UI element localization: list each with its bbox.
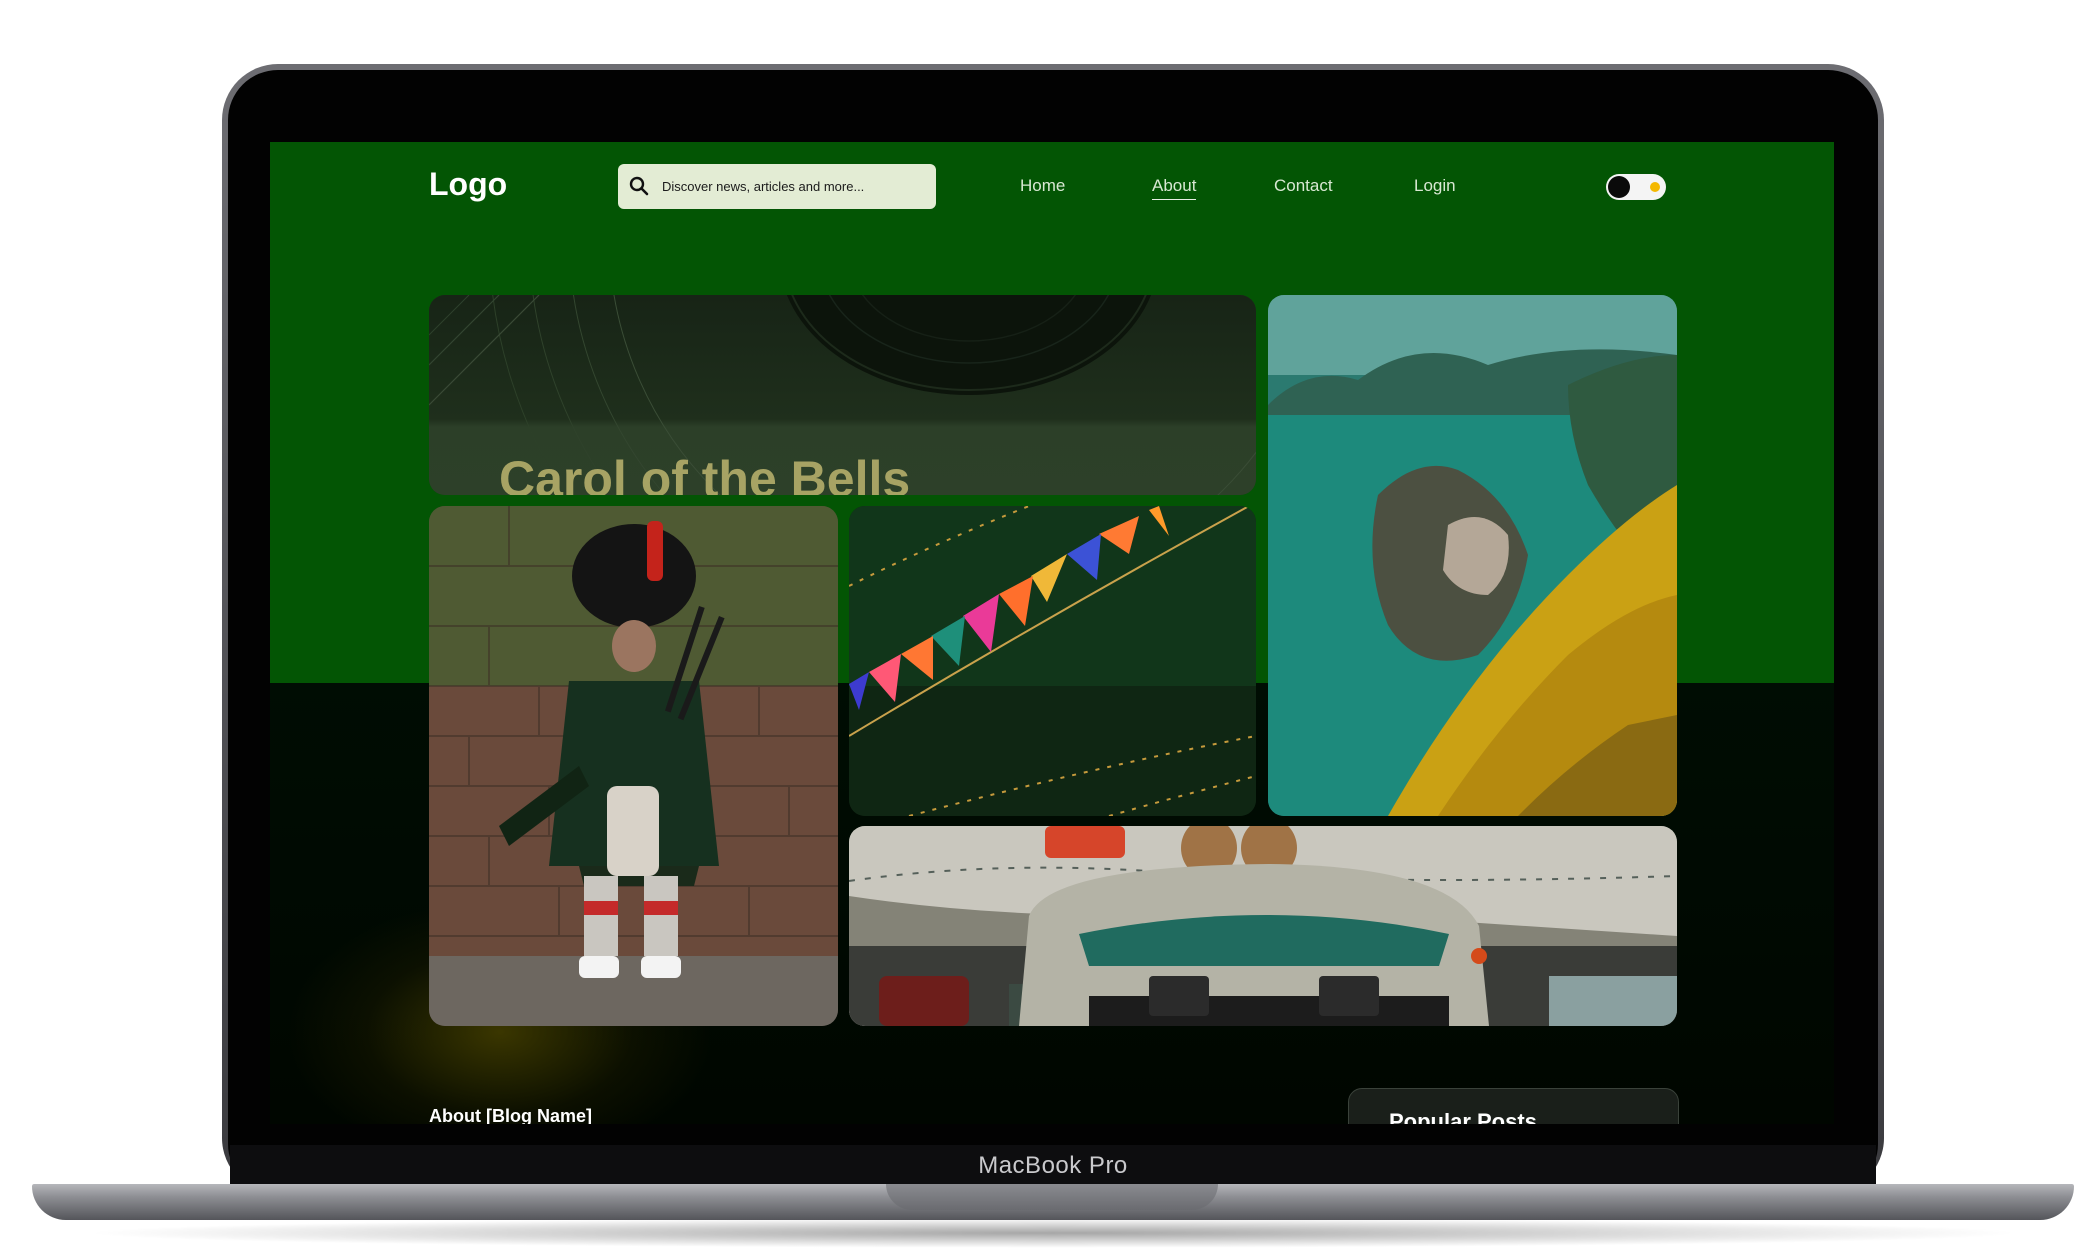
toggle-knob [1608, 176, 1630, 198]
featured-post-title: Carol of the Bells [499, 451, 911, 495]
sun-icon [1650, 182, 1660, 192]
theme-toggle[interactable] [1606, 174, 1666, 200]
coastal-village-photo [1268, 295, 1677, 816]
nav-login[interactable]: Login [1414, 176, 1456, 196]
search-icon [629, 176, 649, 196]
gallery-card-car[interactable] [849, 826, 1677, 1026]
featured-post-card[interactable]: Carol of the Bells [429, 295, 1256, 495]
laptop-screen: Logo Home About Contact Login [270, 142, 1834, 1124]
laptop-shadow [80, 1218, 2026, 1248]
bunting-flags-photo [849, 506, 1256, 816]
nav-about[interactable]: About [1152, 176, 1197, 200]
gallery-card-coast[interactable] [1268, 295, 1677, 816]
search-bar[interactable] [618, 164, 936, 209]
gallery-card-bunting[interactable] [849, 506, 1256, 816]
bagpiper-photo [429, 506, 838, 1026]
nav-home[interactable]: Home [1020, 176, 1065, 196]
device-label: MacBook Pro [978, 1152, 1128, 1179]
laptop-notch [886, 1184, 1218, 1210]
popular-posts-panel: Popular Posts [1348, 1088, 1679, 1124]
popular-posts-title: Popular Posts [1389, 1109, 1537, 1124]
search-input[interactable] [662, 164, 928, 209]
site-logo[interactable]: Logo [429, 166, 507, 203]
about-section-title: About [Blog Name] [429, 1106, 592, 1124]
nav-contact[interactable]: Contact [1274, 176, 1333, 196]
vintage-car-photo [849, 826, 1677, 1026]
gallery-card-bagpiper[interactable] [429, 506, 838, 1026]
